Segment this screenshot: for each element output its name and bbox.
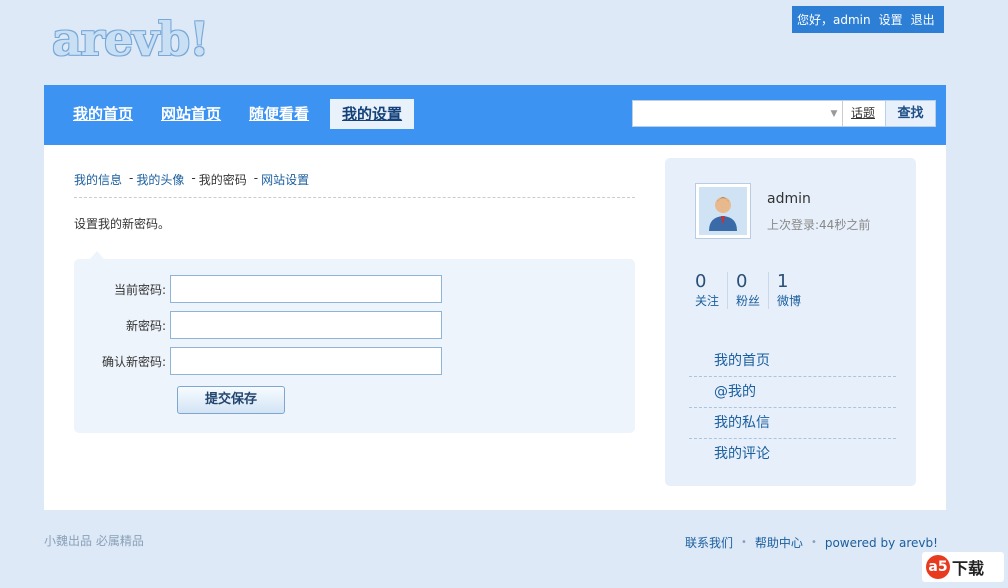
user-bar: 您好，admin 设置 退出 [792, 6, 944, 33]
subnav-separator: - [129, 171, 134, 185]
menu-comments[interactable]: 我的评论 [689, 439, 896, 470]
menu-mentions[interactable]: @我的 [689, 377, 896, 408]
subnav-my-password: 我的密码 [198, 173, 247, 187]
footer-powered[interactable]: powered by arevb! [825, 536, 938, 550]
page-intro: 设置我的新密码。 [74, 217, 171, 231]
profile-menu: 我的首页 @我的 我的私信 我的评论 [689, 346, 896, 470]
watermark-text: 下载 [952, 559, 985, 578]
nav-browse[interactable]: 随便看看 [242, 99, 316, 129]
user-avatar-icon [699, 187, 747, 235]
nav-my-home[interactable]: 我的首页 [66, 99, 140, 129]
stat-posts-label: 微博 [777, 294, 802, 308]
search-scope-select[interactable]: 话题 [841, 101, 885, 126]
search-box: ▼ 话题 [632, 100, 886, 127]
new-password-label: 新密码: [125, 318, 166, 333]
menu-messages[interactable]: 我的私信 [689, 408, 896, 439]
menu-my-home[interactable]: 我的首页 [689, 346, 896, 377]
settings-subnav: 我的信息 - 我的头像 - 我的密码 - 网站设置 [74, 171, 309, 188]
footer-contact-link[interactable]: 联系我们 [685, 534, 733, 551]
current-password-label: 当前密码: [113, 282, 166, 297]
password-form: 当前密码: 新密码: 确认新密码: 提交保存 [74, 251, 635, 433]
a5-badge-icon: a5 [926, 555, 950, 579]
greeting-text: 您好，admin [797, 13, 871, 27]
search-input[interactable] [633, 101, 826, 126]
watermark-logo: a5 下载 [922, 552, 1004, 582]
current-password-field[interactable] [170, 275, 442, 303]
footer-help-link[interactable]: 帮助中心 [755, 534, 803, 551]
divider [74, 197, 635, 198]
stat-followers[interactable]: 0 粉丝 [736, 271, 770, 309]
last-login-text: 上次登录:44秒之前 [767, 218, 871, 232]
main-nav: 我的首页 网站首页 随便看看 我的设置 ▼ 话题 查找 [44, 85, 946, 145]
nav-site-home[interactable]: 网站首页 [154, 99, 228, 129]
footer-links: 联系我们 • 帮助中心 • powered by arevb! [685, 534, 938, 551]
stat-following[interactable]: 0 关注 [695, 271, 729, 309]
subnav-site-settings[interactable]: 网站设置 [261, 171, 309, 188]
footer-dot: • [741, 537, 747, 548]
submit-save-button[interactable]: 提交保存 [177, 386, 285, 414]
chevron-down-icon[interactable]: ▼ [826, 109, 842, 119]
profile-panel: admin 上次登录:44秒之前 0 关注 0 粉丝 1 微博 我的首页 @我的… [665, 158, 916, 486]
subnav-separator: - [191, 171, 196, 185]
stat-posts-count: 1 [777, 271, 789, 292]
settings-link[interactable]: 设置 [879, 11, 903, 28]
new-password-row: 新密码: [74, 311, 442, 339]
current-password-row: 当前密码: [74, 275, 442, 303]
confirm-password-row: 确认新密码: [74, 347, 442, 375]
stat-following-count: 0 [695, 271, 707, 292]
stat-posts[interactable]: 1 微博 [777, 272, 809, 309]
logout-link[interactable]: 退出 [911, 11, 935, 28]
subnav-my-info[interactable]: 我的信息 [74, 171, 122, 188]
stat-followers-count: 0 [736, 271, 748, 292]
confirm-password-field[interactable] [170, 347, 442, 375]
stat-following-label: 关注 [695, 294, 720, 308]
nav-my-settings[interactable]: 我的设置 [330, 99, 415, 129]
footer-dot: • [810, 537, 817, 548]
stat-followers-label: 粉丝 [736, 294, 761, 308]
pointer-arrow-icon [90, 251, 104, 259]
profile-username[interactable]: admin [767, 191, 811, 207]
new-password-field[interactable] [170, 311, 442, 339]
avatar[interactable] [695, 183, 751, 239]
confirm-password-label: 确认新密码: [101, 354, 166, 369]
profile-stats: 0 关注 0 粉丝 1 微博 [695, 272, 817, 309]
site-logo[interactable]: arevb! [52, 12, 209, 66]
search-button[interactable]: 查找 [886, 100, 936, 127]
subnav-my-avatar[interactable]: 我的头像 [136, 171, 184, 188]
footer-slogan: 小魏出品 必属精品 [44, 534, 144, 548]
subnav-separator: - [253, 171, 259, 185]
